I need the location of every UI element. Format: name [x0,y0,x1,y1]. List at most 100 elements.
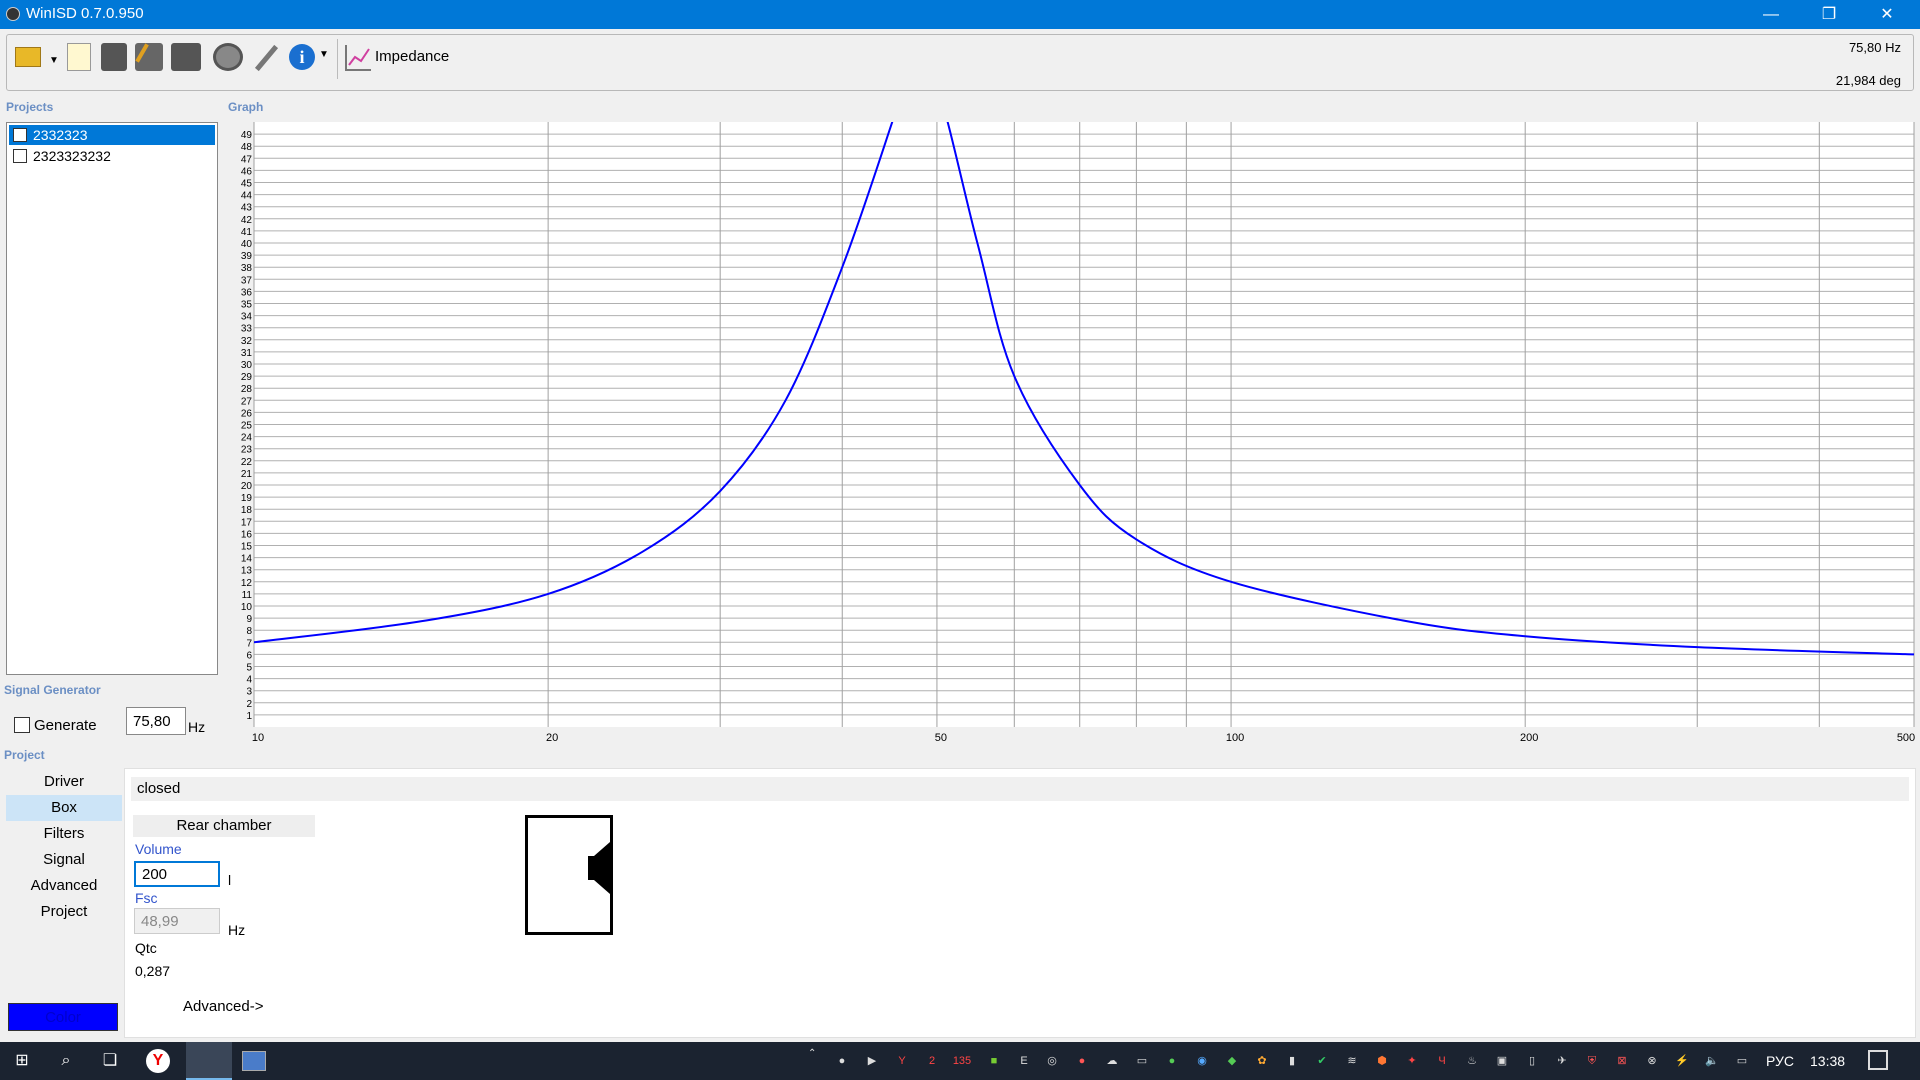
graph-section-label: Graph [228,100,264,114]
y-tick-label: 11 [242,590,253,601]
project-checkbox[interactable] [13,149,27,164]
tray-badge-1[interactable]: 2 [922,1052,942,1070]
tray-network-icon[interactable]: ⚡ [1672,1052,1692,1070]
y-tick-label: 9 [246,614,252,625]
open-folder-icon[interactable] [15,47,41,67]
tray-globe-icon[interactable]: ◉ [1192,1052,1212,1070]
nav-box[interactable]: Box [6,795,122,821]
tray-window-icon[interactable]: ▭ [1132,1052,1152,1070]
y-tick-label: 35 [241,300,253,311]
open-dropdown-icon[interactable]: ▼ [49,55,59,66]
x-tick-label: 500 [1897,732,1915,744]
new-file-icon[interactable] [67,43,91,71]
language-indicator[interactable]: РУС [1766,1053,1794,1069]
tray-error-icon[interactable]: ⊗ [1642,1052,1662,1070]
color-button[interactable]: Color [8,1003,118,1031]
tools-icon[interactable] [251,43,281,73]
save-as-icon[interactable] [135,43,163,71]
y-tick-label: 44 [241,191,253,202]
browser-icon[interactable]: Y [146,1049,170,1073]
tray-monitor-icon[interactable]: ▣ [1492,1052,1512,1070]
save-all-icon[interactable] [171,43,201,71]
task-view-icon[interactable]: ❏ [96,1047,124,1075]
window-app-icon[interactable] [242,1051,266,1071]
tray-red-icon[interactable]: ● [1072,1052,1092,1070]
tray-wifi-icon[interactable]: ≋ [1342,1052,1362,1070]
x-tick-label: 200 [1520,732,1538,744]
tray-lock-icon[interactable]: ▮ [1282,1052,1302,1070]
nav-project[interactable]: Project [6,899,122,925]
y-tick-label: 7 [246,638,252,649]
project-item[interactable]: 2323323232 [9,146,215,166]
project-name: 2323323232 [33,148,111,164]
tray-steam-icon[interactable]: ♨ [1462,1052,1482,1070]
nav-advanced[interactable]: Advanced [6,873,122,899]
y-tick-label: 14 [241,554,253,565]
nav-driver[interactable]: Driver [6,769,122,795]
y-tick-label: 38 [241,263,253,274]
notifications-icon[interactable] [1868,1050,1888,1070]
y-tick-label: 5 [246,663,252,674]
clock[interactable]: 13:38 [1810,1053,1845,1069]
y-tick-label: 48 [241,142,253,153]
tray-badge-2[interactable]: 135 [952,1052,972,1070]
tray-browser-icon[interactable]: Y [892,1052,912,1070]
y-tick-label: 16 [241,529,253,540]
winisd-taskbar-button[interactable] [186,1042,232,1080]
tray-defender-icon[interactable]: ⛨ [1582,1052,1602,1070]
project-item[interactable]: ✓ 2332323 [9,125,215,145]
project-checkbox[interactable]: ✓ [13,128,27,143]
driver-editor-icon[interactable] [213,43,243,71]
tray-alert-icon[interactable]: ⊠ [1612,1052,1632,1070]
speaker-icon [588,842,610,894]
tray-bird-icon[interactable]: ✦ [1402,1052,1422,1070]
graph-type-icon[interactable] [345,45,371,71]
volume-input[interactable] [134,861,220,887]
y-tick-label: 46 [241,166,253,177]
box-type-selector[interactable]: closed [131,777,1909,801]
tray-discord-icon[interactable]: ● [832,1052,852,1070]
y-tick-label: 34 [241,312,253,323]
search-icon[interactable]: ⌕ [52,1047,80,1075]
nav-filters[interactable]: Filters [6,821,122,847]
impedance-chart[interactable]: 1234567891011121314151617181920212223242… [230,118,1918,748]
restore-button[interactable]: ❐ [1800,0,1858,29]
battery-icon[interactable]: ▭ [1732,1052,1752,1070]
generate-checkbox[interactable] [14,717,30,733]
volume-icon[interactable]: 🔈 [1702,1052,1722,1070]
frequency-input[interactable] [126,707,186,735]
advanced-link[interactable]: Advanced-> [183,998,263,1015]
tray-app-icon[interactable]: ◎ [1042,1052,1062,1070]
y-tick-label: 3 [246,687,252,698]
tray-green-icon[interactable]: ● [1162,1052,1182,1070]
tray-orange-icon[interactable]: ⬢ [1372,1052,1392,1070]
start-button-icon[interactable]: ⊞ [8,1047,36,1075]
tray-plane-icon[interactable]: ✈ [1552,1052,1572,1070]
minimize-button[interactable]: — [1742,0,1800,29]
tray-nvidia-icon[interactable]: ■ [984,1052,1004,1070]
generate-label: Generate [34,717,97,734]
rear-chamber-header: Rear chamber [133,815,315,837]
tray-play-icon[interactable]: ▶ [862,1052,882,1070]
save-icon[interactable] [101,43,127,71]
projects-list[interactable]: ✓ 2332323 2323323232 [6,122,218,675]
qtc-label: Qtc [135,940,157,956]
info-icon[interactable]: i [289,44,315,70]
tray-flower-icon[interactable]: ✿ [1252,1052,1272,1070]
show-hidden-icons[interactable]: ⌃ [808,1048,816,1059]
tray-display-icon[interactable]: ▯ [1522,1052,1542,1070]
phase-readout: 21,984 deg [1835,73,1901,88]
y-tick-label: 45 [241,179,253,190]
tray-epic-icon[interactable]: E [1014,1052,1034,1070]
y-tick-label: 23 [241,445,253,456]
toolbar-separator [337,39,338,79]
nav-signal[interactable]: Signal [6,847,122,873]
info-dropdown-icon[interactable]: ▼ [319,49,329,60]
close-button[interactable]: ✕ [1858,0,1916,29]
tray-ya-icon[interactable]: Ч [1432,1052,1452,1070]
tray-cloud-icon[interactable]: ☁ [1102,1052,1122,1070]
tray-leaf-icon[interactable]: ◆ [1222,1052,1242,1070]
graph-type-label[interactable]: Impedance [375,48,449,65]
tray-shield-icon[interactable]: ✔ [1312,1052,1332,1070]
x-tick-label: 20 [546,732,558,744]
